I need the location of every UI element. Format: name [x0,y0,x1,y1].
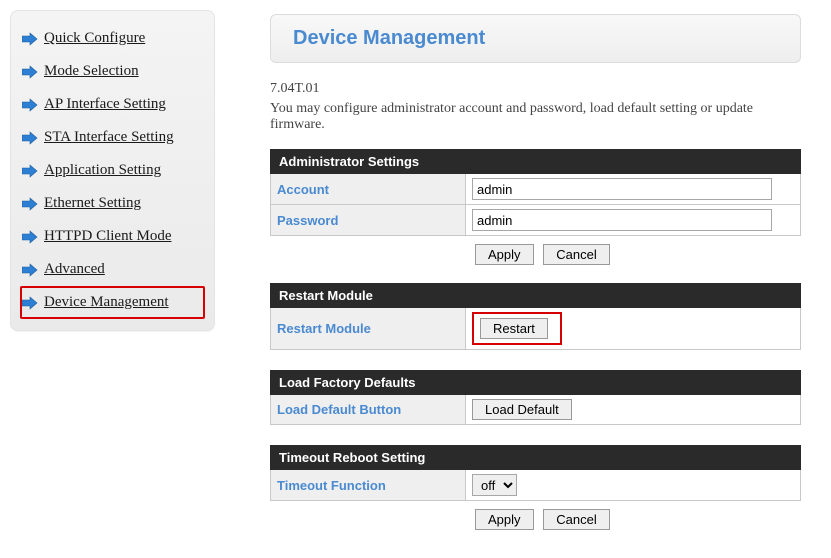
sidebar-item-label[interactable]: Device Management [44,294,169,311]
timeout-reboot-section: Timeout Reboot Setting Timeout Function … [270,445,801,501]
admin-button-row: Apply Cancel [270,244,801,265]
restart-label: Restart Module [271,308,466,350]
timeout-cancel-button[interactable]: Cancel [543,509,609,530]
restart-module-section: Restart Module Restart Module Restart [270,283,801,350]
sidebar-item-mode-selection[interactable]: Mode Selection [20,55,205,88]
section-header: Administrator Settings [271,150,801,174]
timeout-apply-button[interactable]: Apply [475,509,534,530]
arrow-right-icon [22,32,38,46]
admin-apply-button[interactable]: Apply [475,244,534,265]
arrow-right-icon [22,98,38,112]
page-title: Device Management [293,27,778,50]
account-input[interactable] [472,178,772,200]
sidebar-item-label[interactable]: Quick Configure [44,30,145,47]
section-header: Load Factory Defaults [271,371,801,395]
title-panel: Device Management [270,14,801,63]
sidebar-item-sta-interface[interactable]: STA Interface Setting [20,121,205,154]
section-header: Restart Module [271,284,801,308]
sidebar: Quick Configure Mode Selection AP Interf… [10,10,215,331]
timeout-function-select[interactable]: off [472,474,517,496]
sidebar-item-advanced[interactable]: Advanced [20,253,205,286]
factory-defaults-section: Load Factory Defaults Load Default Butto… [270,370,801,425]
arrow-right-icon [22,197,38,211]
section-header: Timeout Reboot Setting [271,446,801,470]
sidebar-item-httpd-client-mode[interactable]: HTTPD Client Mode [20,220,205,253]
arrow-right-icon [22,65,38,79]
restart-highlight: Restart [472,312,562,345]
load-default-button[interactable]: Load Default [472,399,572,420]
administrator-settings-section: Administrator Settings Account Password [270,149,801,236]
sidebar-item-label[interactable]: Ethernet Setting [44,195,141,212]
account-label: Account [271,174,466,205]
load-default-label: Load Default Button [271,395,466,425]
sidebar-item-ethernet-setting[interactable]: Ethernet Setting [20,187,205,220]
sidebar-item-label[interactable]: Mode Selection [44,63,139,80]
arrow-right-icon [22,131,38,145]
sidebar-item-label[interactable]: Application Setting [44,162,161,179]
main-content: Device Management 7.04T.01 You may confi… [215,0,831,558]
sidebar-item-label[interactable]: AP Interface Setting [44,96,166,113]
timeout-function-label: Timeout Function [271,470,466,501]
restart-button[interactable]: Restart [480,318,548,339]
arrow-right-icon [22,263,38,277]
sidebar-item-device-management[interactable]: Device Management [20,286,205,319]
arrow-right-icon [22,296,38,310]
sidebar-item-label[interactable]: HTTPD Client Mode [44,228,172,245]
version-text: 7.04T.01 [270,81,801,97]
arrow-right-icon [22,230,38,244]
sidebar-item-label[interactable]: STA Interface Setting [44,129,174,146]
sidebar-item-quick-configure[interactable]: Quick Configure [20,22,205,55]
password-label: Password [271,205,466,236]
sidebar-item-label[interactable]: Advanced [44,261,105,278]
page-description: You may configure administrator account … [270,101,801,133]
sidebar-item-application-setting[interactable]: Application Setting [20,154,205,187]
password-input[interactable] [472,209,772,231]
admin-cancel-button[interactable]: Cancel [543,244,609,265]
timeout-button-row: Apply Cancel [270,509,801,530]
arrow-right-icon [22,164,38,178]
sidebar-item-ap-interface[interactable]: AP Interface Setting [20,88,205,121]
